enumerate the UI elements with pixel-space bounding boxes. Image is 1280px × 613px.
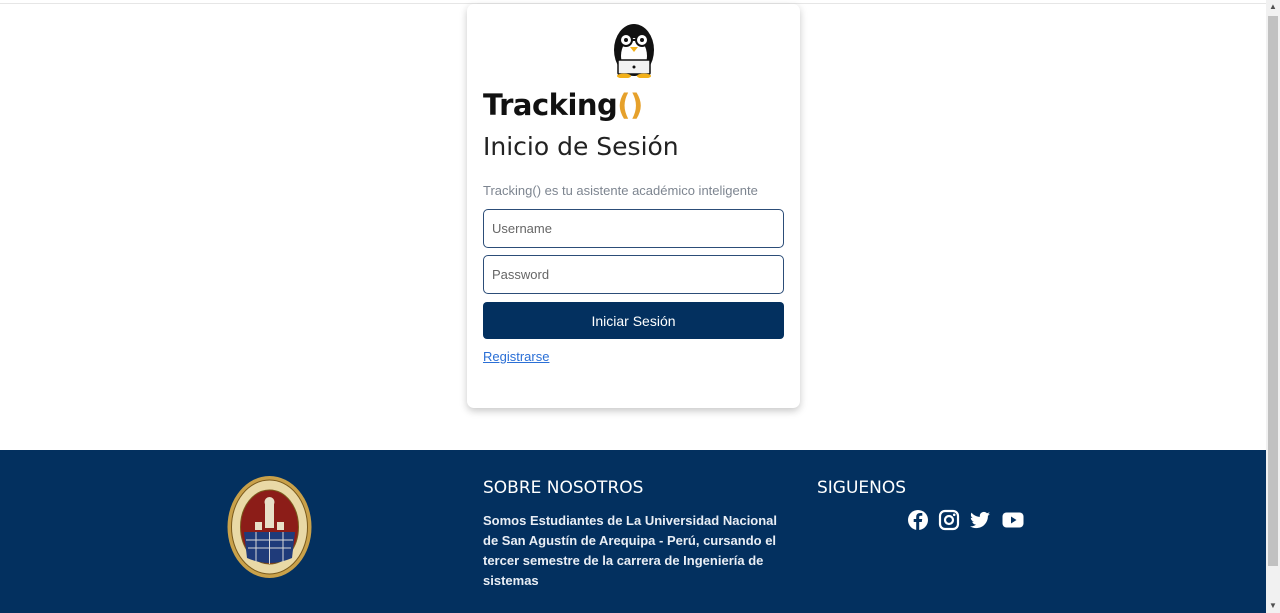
username-input[interactable] — [483, 209, 784, 248]
about-text: Somos Estudiantes de La Universidad Naci… — [483, 513, 778, 588]
scroll-thumb[interactable] — [1268, 16, 1278, 566]
facebook-icon[interactable] — [906, 508, 930, 532]
subtitle: Tracking() es tu asistente académico int… — [483, 183, 758, 198]
university-seal-icon — [227, 476, 312, 578]
login-card: Tracking() Inicio de Sesión Tracking() e… — [467, 4, 800, 408]
page-title: Inicio de Sesión — [483, 132, 679, 161]
page-scrollbar[interactable]: ▲ ▼ — [1266, 0, 1280, 613]
youtube-icon[interactable] — [1001, 508, 1025, 532]
penguin-logo — [614, 24, 654, 78]
footer: SOBRE NOSOTROS Somos Estudiantes de La U… — [0, 450, 1266, 613]
follow-title: SIGUENOS — [817, 478, 907, 498]
about-title: SOBRE NOSOTROS — [483, 478, 644, 498]
password-input[interactable] — [483, 255, 784, 294]
register-link[interactable]: Registrarse — [483, 349, 549, 364]
instagram-icon[interactable] — [937, 508, 961, 532]
brand-title: Tracking() — [483, 88, 643, 122]
login-button[interactable]: Iniciar Sesión — [483, 302, 784, 339]
twitter-icon[interactable] — [968, 508, 992, 532]
scroll-up-arrow-icon[interactable]: ▲ — [1266, 0, 1280, 14]
scroll-down-arrow-icon[interactable]: ▼ — [1266, 599, 1280, 613]
